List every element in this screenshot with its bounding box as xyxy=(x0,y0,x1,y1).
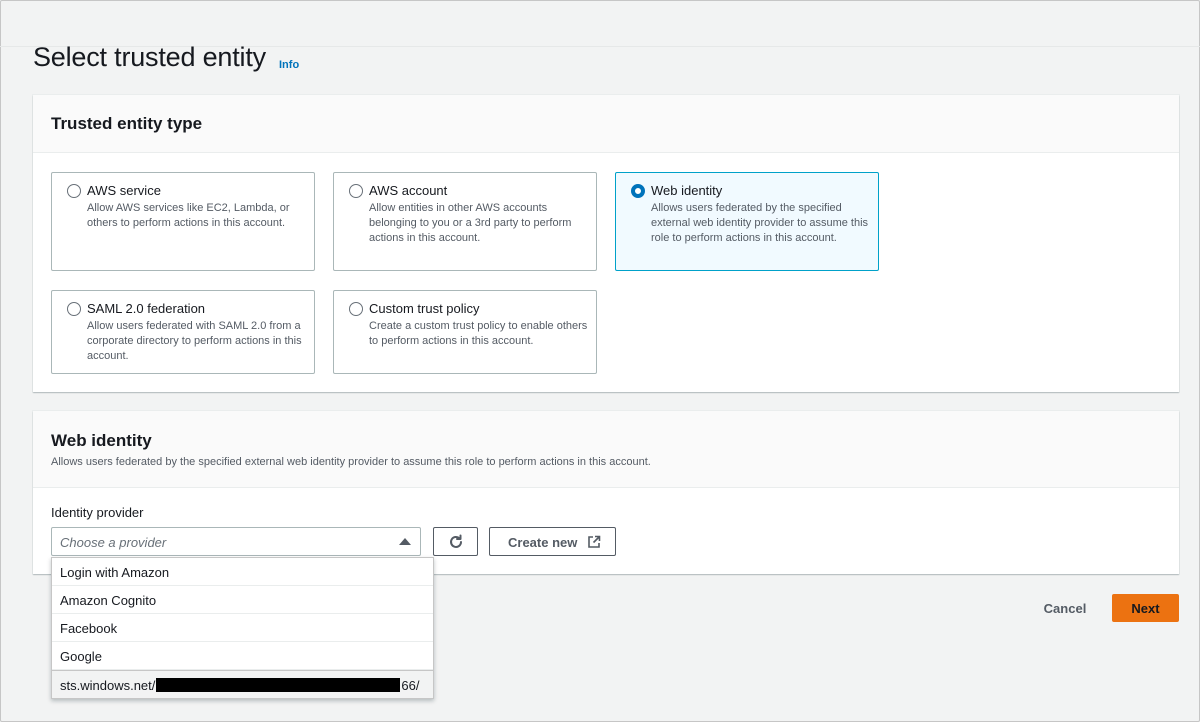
tile-label: Web identity xyxy=(651,183,723,198)
create-new-button[interactable]: Create new xyxy=(489,527,616,556)
tile-description: Create a custom trust policy to enable o… xyxy=(369,320,588,347)
refresh-button[interactable] xyxy=(433,527,478,556)
dropdown-option-google[interactable]: Google xyxy=(52,642,433,670)
info-link[interactable]: Info xyxy=(279,59,299,71)
radio-aws-service[interactable] xyxy=(67,184,81,198)
panel-title: Trusted entity type xyxy=(51,114,203,133)
cancel-button[interactable]: Cancel xyxy=(1030,594,1100,622)
trusted-entity-type-panel: Trusted entity type AWS service Allow AW… xyxy=(33,95,1179,392)
tile-web-identity[interactable]: Web identity Allows users federated by t… xyxy=(615,172,879,271)
redaction-box xyxy=(156,678,401,692)
page-title: Select trusted entity xyxy=(33,42,266,72)
radio-custom-trust-policy[interactable] xyxy=(349,302,363,316)
provider-dropdown-list: Login with Amazon Amazon Cognito Faceboo… xyxy=(51,557,434,699)
web-identity-panel: Web identity Allows users federated by t… xyxy=(33,411,1179,574)
dropdown-option-sts-windows[interactable]: sts.windows.net/66/ xyxy=(52,670,433,698)
tile-label: AWS account xyxy=(369,183,448,198)
tile-label: Custom trust policy xyxy=(369,301,480,316)
radio-aws-account[interactable] xyxy=(349,184,363,198)
caret-up-icon xyxy=(399,538,411,545)
option-prefix: sts.windows.net/ xyxy=(60,678,156,693)
tile-description: Allow users federated with SAML 2.0 from… xyxy=(87,320,302,362)
tile-aws-account[interactable]: AWS account Allow entities in other AWS … xyxy=(333,172,597,271)
identity-provider-select[interactable]: Choose a provider xyxy=(51,527,421,556)
panel-header: Trusted entity type xyxy=(33,95,1179,153)
panel-title: Web identity xyxy=(51,431,152,450)
tile-description: Allow entities in other AWS accounts bel… xyxy=(369,202,572,244)
radio-saml-federation[interactable] xyxy=(67,302,81,316)
tile-custom-trust-policy[interactable]: Custom trust policy Create a custom trus… xyxy=(333,290,597,374)
tile-label: SAML 2.0 federation xyxy=(87,301,206,316)
identity-provider-label: Identity provider xyxy=(51,505,144,520)
tile-description: Allow AWS services like EC2, Lambda, or … xyxy=(87,202,290,229)
tile-label: AWS service xyxy=(87,183,161,198)
option-suffix: 66/ xyxy=(401,678,420,693)
panel-description: Allows users federated by the specified … xyxy=(51,456,651,468)
external-link-icon xyxy=(588,535,601,548)
select-placeholder: Choose a provider xyxy=(60,535,167,550)
refresh-icon xyxy=(450,534,462,548)
next-button[interactable]: Next xyxy=(1112,594,1179,622)
tile-aws-service[interactable]: AWS service Allow AWS services like EC2,… xyxy=(51,172,315,271)
dropdown-option-login-with-amazon[interactable]: Login with Amazon xyxy=(52,558,433,586)
dropdown-option-facebook[interactable]: Facebook xyxy=(52,614,433,642)
create-new-label: Create new xyxy=(508,535,578,550)
radio-web-identity[interactable] xyxy=(631,184,645,198)
dropdown-option-amazon-cognito[interactable]: Amazon Cognito xyxy=(52,586,433,614)
tile-description: Allows users federated by the specified … xyxy=(651,202,869,244)
tile-saml-federation[interactable]: SAML 2.0 federation Allow users federate… xyxy=(51,290,315,374)
panel-header: Web identity Allows users federated by t… xyxy=(33,411,1179,488)
